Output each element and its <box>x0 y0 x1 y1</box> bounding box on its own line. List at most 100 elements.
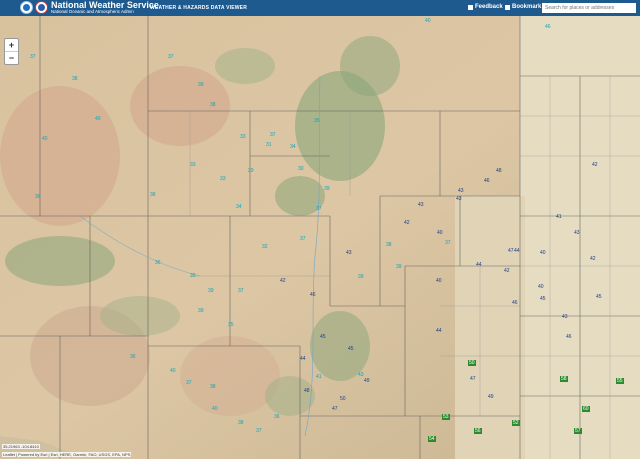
station-temperature[interactable]: 54 <box>428 436 436 442</box>
station-temperature[interactable]: 36 <box>130 354 136 360</box>
station-temperature[interactable]: 47 <box>470 376 476 382</box>
station-temperature[interactable]: 37 <box>168 54 174 60</box>
station-temperature[interactable]: 44 <box>514 248 520 254</box>
station-temperature[interactable]: 40 <box>436 278 442 284</box>
map-attribution[interactable]: Leaflet | Powered by Esri | Esri, HERE, … <box>2 452 132 457</box>
station-temperature[interactable]: 38 <box>210 384 216 390</box>
station-temperature[interactable]: 38 <box>72 76 78 82</box>
station-temperature[interactable]: 38 <box>386 242 392 248</box>
station-temperature[interactable]: 43 <box>418 202 424 208</box>
station-temperature[interactable]: 40 <box>540 250 546 256</box>
station-temperature[interactable]: 40 <box>42 136 48 142</box>
station-temperature[interactable]: 52 <box>512 420 520 426</box>
station-temperature[interactable]: 39 <box>208 288 214 294</box>
station-temperature[interactable]: 57 <box>574 428 582 434</box>
station-temperature[interactable]: 46 <box>484 178 490 184</box>
station-temperature[interactable]: 47 <box>332 406 338 412</box>
station-temperature[interactable]: 40 <box>95 116 101 122</box>
station-temperature[interactable]: 48 <box>304 388 310 394</box>
station-temperature[interactable]: 37 <box>238 288 244 294</box>
station-temperature[interactable]: 39 <box>358 274 364 280</box>
station-temperature[interactable]: 46 <box>545 24 551 30</box>
station-temperature[interactable]: 40 <box>425 18 431 24</box>
station-temperature[interactable]: 34 <box>290 144 296 150</box>
station-temperature[interactable]: 40 <box>212 406 218 412</box>
zoom-out-button[interactable]: − <box>5 51 18 64</box>
station-temperature[interactable]: 37 <box>270 132 276 138</box>
station-temperature[interactable]: 37 <box>186 380 192 386</box>
station-temperature[interactable]: 39 <box>324 186 330 192</box>
station-temperature[interactable]: 38 <box>210 102 216 108</box>
bookmark-link[interactable]: Bookmark <box>505 4 541 10</box>
station-temperature[interactable]: 44 <box>476 262 482 268</box>
station-temperature[interactable]: 35 <box>228 322 234 328</box>
search-input[interactable] <box>542 3 636 13</box>
station-temperature[interactable]: 46 <box>512 300 518 306</box>
station-temperature[interactable]: 45 <box>320 334 326 340</box>
station-temperature[interactable]: 43 <box>458 188 464 194</box>
station-temperature[interactable]: 37 <box>316 206 322 212</box>
station-temperature[interactable]: 50 <box>468 360 476 366</box>
station-temperature[interactable]: 49 <box>364 378 370 384</box>
station-temperature[interactable]: 42 <box>280 278 286 284</box>
station-temperature[interactable]: 39 <box>396 264 402 270</box>
station-temperature[interactable]: 45 <box>348 346 354 352</box>
station-temperature[interactable]: 44 <box>300 356 306 362</box>
station-temperature[interactable]: 38 <box>150 192 156 198</box>
station-temperature[interactable]: 32 <box>262 244 268 250</box>
station-temperature[interactable]: 37 <box>256 428 262 434</box>
station-temperature[interactable]: 60 <box>582 406 590 412</box>
feedback-link[interactable]: Feedback <box>468 4 503 10</box>
station-temperature[interactable]: 58 <box>560 376 568 382</box>
station-temperature[interactable]: 33 <box>190 162 196 168</box>
station-temperature[interactable]: 56 <box>474 428 482 434</box>
station-temperature[interactable]: 42 <box>590 256 596 262</box>
station-temperature[interactable]: 43 <box>574 230 580 236</box>
station-temperature[interactable]: 47 <box>508 248 514 254</box>
station-temperature[interactable]: 39 <box>198 308 204 314</box>
station-temperature[interactable]: 46 <box>566 334 572 340</box>
station-temperature[interactable]: 36 <box>35 194 41 200</box>
station-temperature[interactable]: 34 <box>236 204 242 210</box>
station-temperature[interactable]: 43 <box>456 196 462 202</box>
noaa-logo-icon <box>20 1 33 14</box>
station-temperature[interactable]: 46 <box>310 292 316 298</box>
station-temperature[interactable]: 40 <box>437 230 443 236</box>
station-temperature[interactable]: 41 <box>556 214 562 220</box>
station-temperature[interactable]: 48 <box>496 168 502 174</box>
map-view[interactable]: + − 40 46 37 37 38 39 38 40 37 35 40 33 33 29 30 36 38 34… <box>0 16 640 459</box>
station-temperature[interactable]: 42 <box>404 220 410 226</box>
station-temperature[interactable]: 33 <box>220 176 226 182</box>
station-temperature[interactable]: 36 <box>155 260 161 266</box>
station-temperature[interactable]: 43 <box>358 372 364 378</box>
brand[interactable]: National Weather Service National Oceani… <box>51 0 159 15</box>
station-temperature[interactable]: 42 <box>592 162 598 168</box>
station-temperature[interactable]: 33 <box>240 134 246 140</box>
station-temperature[interactable]: 53 <box>442 414 450 420</box>
station-temperature[interactable]: 36 <box>274 414 280 420</box>
station-temperature[interactable]: 29 <box>248 168 254 174</box>
station-temperature[interactable]: 45 <box>540 296 546 302</box>
station-temperature[interactable]: 35 <box>190 273 196 279</box>
station-temperature[interactable]: 49 <box>488 394 494 400</box>
station-temperature[interactable]: 37 <box>300 236 306 242</box>
station-temperature[interactable]: 38 <box>238 420 244 426</box>
station-temperature[interactable]: 37 <box>30 54 36 60</box>
station-temperature[interactable]: 39 <box>198 82 204 88</box>
station-temperature[interactable]: 43 <box>562 314 568 320</box>
station-temperature[interactable]: 43 <box>346 250 352 256</box>
station-temperature[interactable]: 30 <box>298 166 304 172</box>
station-temperature[interactable]: 55 <box>616 378 624 384</box>
station-temperature[interactable]: 45 <box>596 294 602 300</box>
station-temperature[interactable]: 41 <box>316 374 322 380</box>
station-temperature[interactable]: 44 <box>436 328 442 334</box>
station-temperature[interactable]: 40 <box>538 284 544 290</box>
station-temperature[interactable]: 50 <box>340 396 346 402</box>
station-temperature[interactable]: 37 <box>445 240 451 246</box>
zoom-in-button[interactable]: + <box>5 39 18 51</box>
station-temperature[interactable]: 40 <box>170 368 176 374</box>
station-temperature[interactable]: 31 <box>266 142 272 148</box>
station-temperature[interactable]: 42 <box>504 268 510 274</box>
station-temperature[interactable]: 35 <box>314 118 320 124</box>
bookmark-label: Bookmark <box>512 4 542 10</box>
